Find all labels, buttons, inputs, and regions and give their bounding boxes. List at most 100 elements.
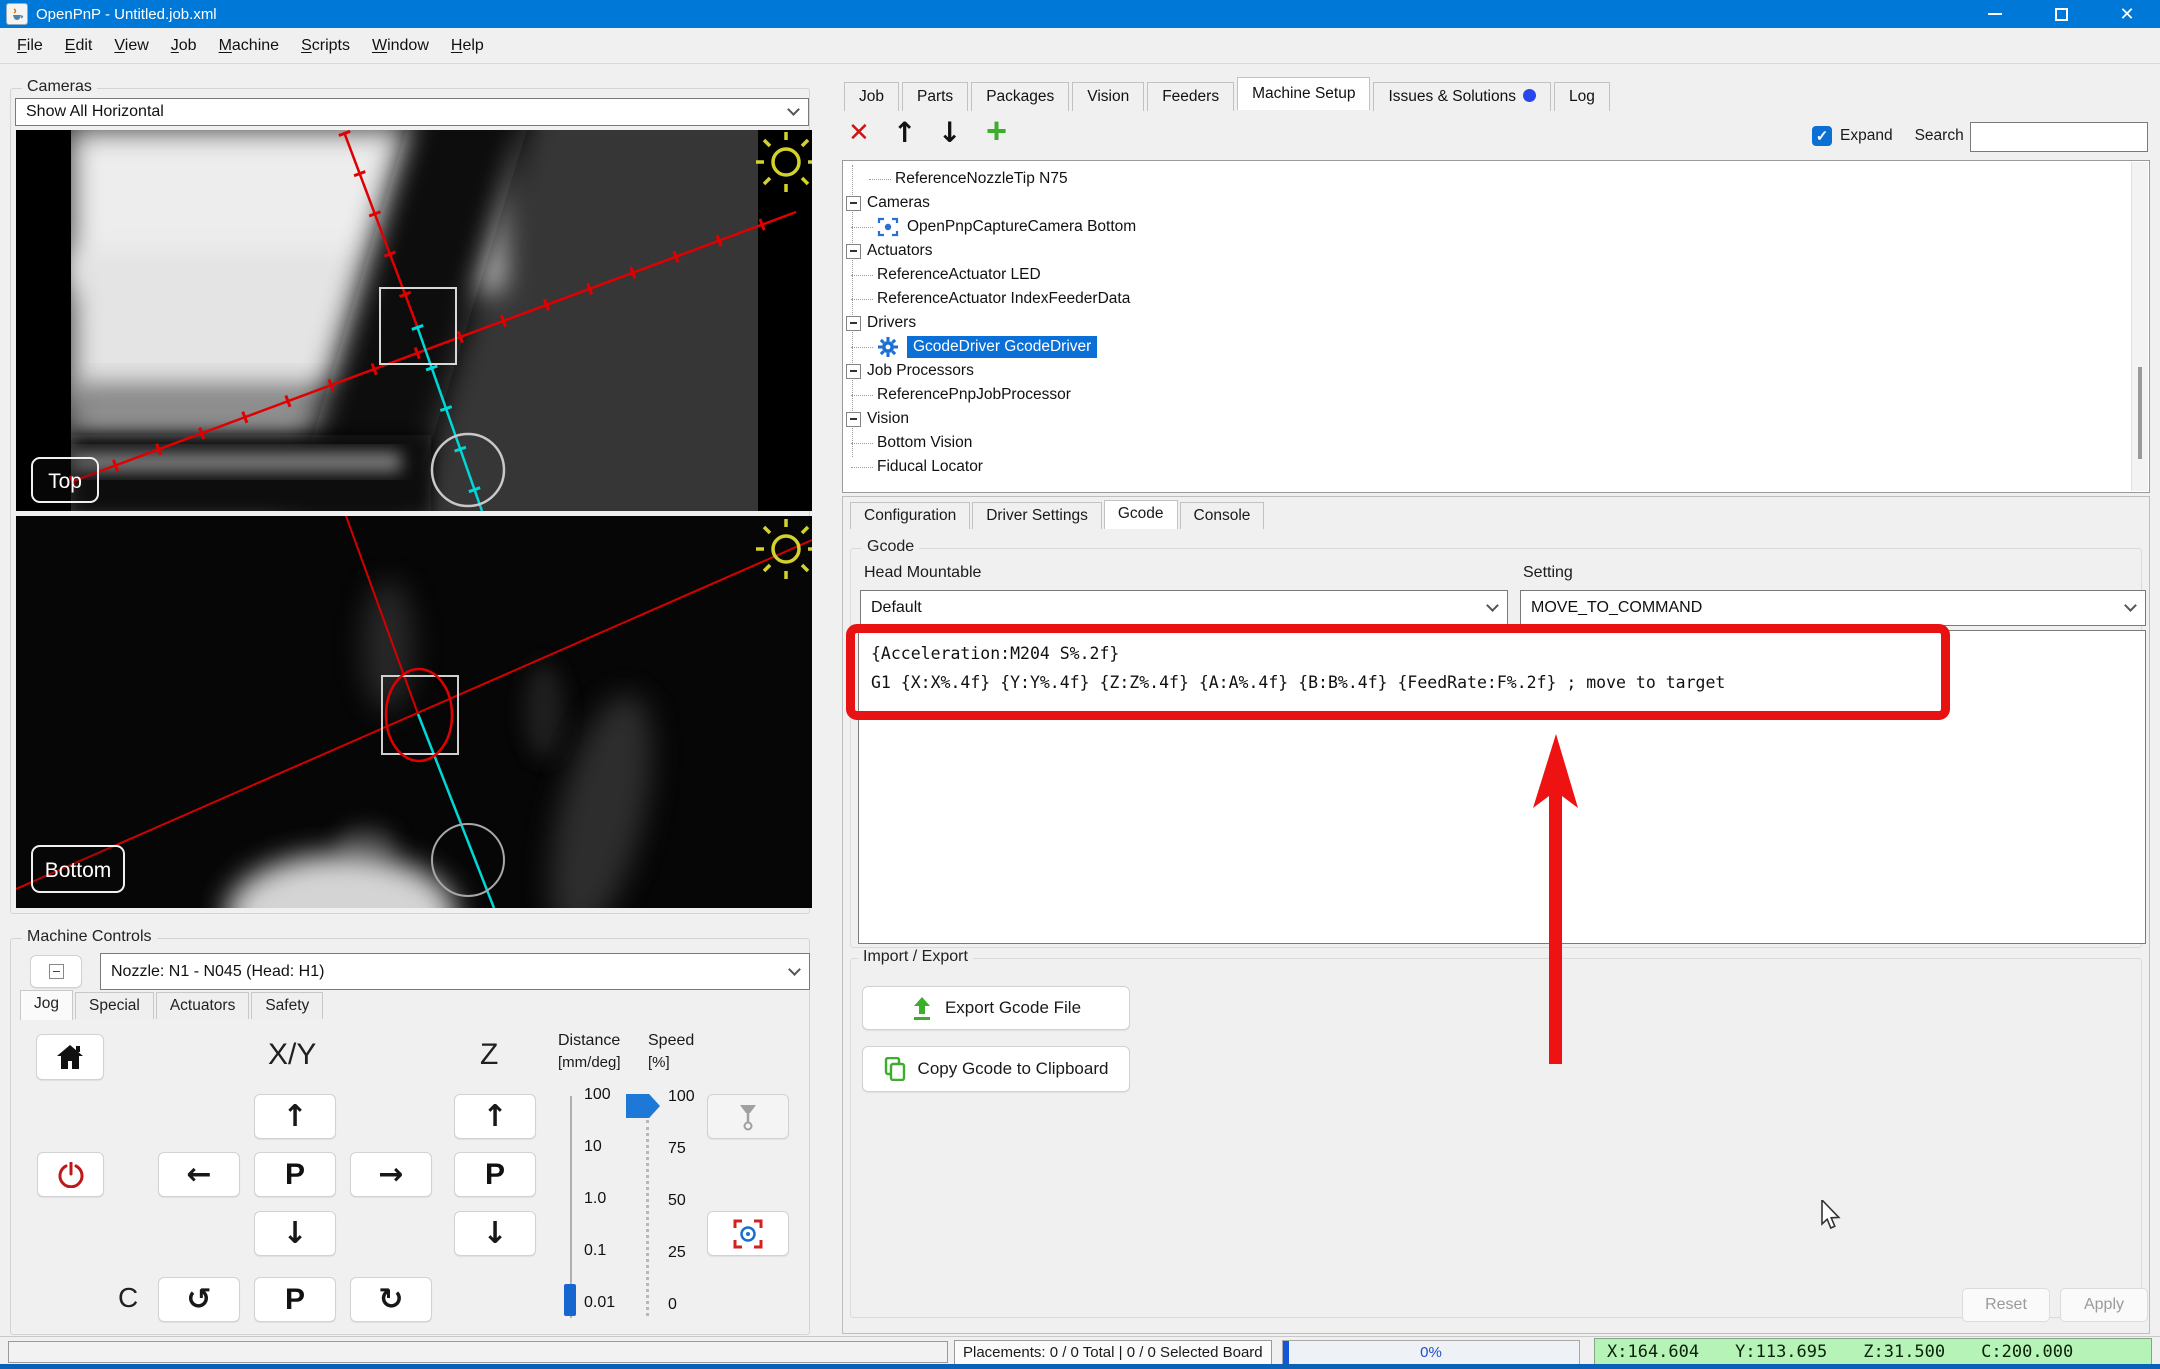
add-button[interactable]: + bbox=[986, 110, 1007, 152]
power-button[interactable] bbox=[37, 1152, 104, 1197]
tree-scrollbar[interactable] bbox=[2131, 162, 2148, 491]
distance-slider-thumb[interactable] bbox=[564, 1284, 576, 1316]
maximize-button[interactable] bbox=[2028, 0, 2094, 28]
rotate-cw-button[interactable]: ↻ bbox=[350, 1277, 432, 1322]
arrow-up-icon: ↑ bbox=[482, 1099, 508, 1134]
collapse-expander-icon[interactable] bbox=[846, 363, 861, 379]
setting-select[interactable]: MOVE_TO_COMMAND bbox=[1520, 590, 2146, 626]
close-button[interactable]: ✕ bbox=[2094, 0, 2160, 28]
delete-button[interactable]: ✕ bbox=[848, 118, 870, 148]
jog-z-plus-button[interactable]: ↑ bbox=[454, 1094, 536, 1139]
distance-unit: [mm/deg] bbox=[558, 1054, 621, 1071]
bottom-camera-view[interactable]: Bottom bbox=[16, 516, 812, 908]
tree-item-capture-camera[interactable]: OpenPnpCaptureCamera Bottom bbox=[843, 215, 2129, 239]
jog-x-plus-button[interactable]: → bbox=[350, 1152, 432, 1197]
jog-z-minus-button[interactable]: ↓ bbox=[454, 1211, 536, 1256]
c-position-button[interactable]: P bbox=[254, 1277, 336, 1322]
menu-view[interactable]: View bbox=[103, 33, 159, 59]
menu-window[interactable]: Window bbox=[361, 33, 440, 59]
tab-actuators[interactable]: Actuators bbox=[155, 992, 250, 1019]
tab-log[interactable]: Log bbox=[1554, 82, 1610, 111]
menu-scripts[interactable]: Scripts bbox=[290, 33, 361, 59]
speed-tick: 25 bbox=[668, 1244, 686, 1261]
tab-vision[interactable]: Vision bbox=[1072, 82, 1145, 111]
menu-edit[interactable]: Edit bbox=[54, 33, 104, 59]
gcode-editor[interactable]: {Acceleration:M204 S%.2f} G1 {X:X%.4f} {… bbox=[858, 630, 2146, 944]
collapse-tool-button[interactable] bbox=[30, 955, 82, 988]
tab-jog[interactable]: Jog bbox=[20, 990, 73, 1020]
tree-item-actuator-indexfeeder[interactable]: ReferenceActuator IndexFeederData bbox=[843, 287, 2129, 311]
tree-item-drivers[interactable]: Drivers bbox=[843, 311, 2129, 335]
move-camera-here-button[interactable] bbox=[707, 1211, 789, 1256]
tree-item-job-processors[interactable]: Job Processors bbox=[843, 359, 2129, 383]
jog-y-plus-button[interactable]: ↑ bbox=[254, 1094, 336, 1139]
tab-console[interactable]: Console bbox=[1179, 502, 1265, 529]
export-gcode-button[interactable]: Export Gcode File bbox=[862, 986, 1130, 1030]
xy-axis-label: X/Y bbox=[268, 1038, 317, 1071]
head-mountable-select[interactable]: Default bbox=[860, 590, 1508, 626]
tab-configuration[interactable]: Configuration bbox=[850, 502, 971, 529]
xy-position-button[interactable]: P bbox=[254, 1152, 336, 1197]
coord-c: C:200.000 bbox=[1981, 1341, 2074, 1362]
collapse-icon bbox=[48, 964, 64, 979]
tab-gcode[interactable]: Gcode bbox=[1103, 500, 1178, 529]
coord-z: Z:31.500 bbox=[1863, 1341, 1946, 1362]
tree-item-reference-nozzle-tip[interactable]: ReferenceNozzleTip N75 bbox=[843, 167, 2129, 191]
status-message-field bbox=[8, 1341, 948, 1363]
tree-item-vision[interactable]: Vision bbox=[843, 407, 2129, 431]
collapse-expander-icon[interactable] bbox=[846, 411, 861, 427]
reset-button[interactable]: Reset bbox=[1962, 1288, 2050, 1322]
menu-job[interactable]: Job bbox=[160, 33, 208, 59]
top-camera-view[interactable]: Top bbox=[16, 130, 812, 511]
collapse-expander-icon[interactable] bbox=[846, 315, 861, 331]
menu-machine[interactable]: Machine bbox=[208, 33, 290, 59]
park-nozzle-button[interactable] bbox=[707, 1094, 789, 1139]
jog-x-minus-button[interactable]: ← bbox=[158, 1152, 240, 1197]
rotate-ccw-button[interactable]: ↺ bbox=[158, 1277, 240, 1322]
tab-packages[interactable]: Packages bbox=[971, 82, 1070, 111]
tab-feeders[interactable]: Feeders bbox=[1147, 82, 1235, 111]
collapse-expander-icon[interactable] bbox=[846, 243, 861, 259]
tab-machine-setup[interactable]: Machine Setup bbox=[1237, 77, 1371, 110]
machine-setup-tree: ReferenceNozzleTip N75 Cameras OpenPnpCa… bbox=[842, 160, 2150, 493]
coord-y: Y:113.695 bbox=[1735, 1341, 1828, 1362]
z-position-button[interactable]: P bbox=[454, 1152, 536, 1197]
tree-item-bottom-vision[interactable]: Bottom Vision bbox=[843, 431, 2129, 455]
camera-view-selector[interactable]: Show All Horizontal bbox=[15, 98, 809, 126]
jog-y-minus-button[interactable]: ↓ bbox=[254, 1211, 336, 1256]
chevron-down-icon bbox=[787, 103, 800, 116]
tree-item-actuators[interactable]: Actuators bbox=[843, 239, 2129, 263]
expand-label: Expand bbox=[1840, 127, 1893, 144]
tab-issues-solutions[interactable]: Issues & Solutions bbox=[1373, 82, 1551, 111]
expand-checkbox[interactable]: ✓ bbox=[1812, 126, 1832, 146]
speed-slider-track[interactable] bbox=[646, 1120, 649, 1316]
menu-file[interactable]: File bbox=[6, 33, 54, 59]
collapse-expander-icon[interactable] bbox=[846, 195, 861, 211]
tree-item-cameras[interactable]: Cameras bbox=[843, 191, 2129, 215]
minimize-button[interactable] bbox=[1962, 0, 2028, 28]
move-up-button[interactable]: ↑ bbox=[893, 116, 916, 149]
tab-driver-settings[interactable]: Driver Settings bbox=[972, 502, 1102, 529]
top-camera-badge: Top bbox=[48, 470, 82, 493]
tab-special[interactable]: Special bbox=[75, 992, 154, 1019]
copy-gcode-button[interactable]: Copy Gcode to Clipboard bbox=[862, 1046, 1130, 1092]
nozzle-selector[interactable]: Nozzle: N1 - N045 (Head: H1) bbox=[100, 953, 810, 990]
tree-item-actuator-led[interactable]: ReferenceActuator LED bbox=[843, 263, 2129, 287]
tree-item-pnp-job-processor[interactable]: ReferencePnpJobProcessor bbox=[843, 383, 2129, 407]
tab-safety[interactable]: Safety bbox=[251, 992, 324, 1019]
camera-position-icon bbox=[733, 1219, 763, 1248]
menu-help[interactable]: Help bbox=[440, 33, 495, 59]
chevron-down-icon bbox=[1486, 599, 1499, 612]
copy-icon bbox=[884, 1057, 905, 1081]
tree-item-gcode-driver[interactable]: GcodeDriver GcodeDriver bbox=[843, 335, 2129, 359]
tab-job[interactable]: Job bbox=[844, 82, 899, 111]
home-button[interactable] bbox=[36, 1034, 104, 1080]
chevron-down-icon bbox=[2124, 599, 2137, 612]
search-input[interactable] bbox=[1970, 122, 2148, 152]
tree-scrollbar-thumb[interactable] bbox=[2138, 367, 2142, 459]
move-down-button[interactable]: ↓ bbox=[938, 116, 961, 149]
tab-parts[interactable]: Parts bbox=[902, 82, 969, 111]
tree-item-fiducal-locator[interactable]: Fiducal Locator bbox=[843, 455, 2129, 479]
speed-tick: 50 bbox=[668, 1192, 686, 1209]
apply-button[interactable]: Apply bbox=[2060, 1288, 2148, 1322]
